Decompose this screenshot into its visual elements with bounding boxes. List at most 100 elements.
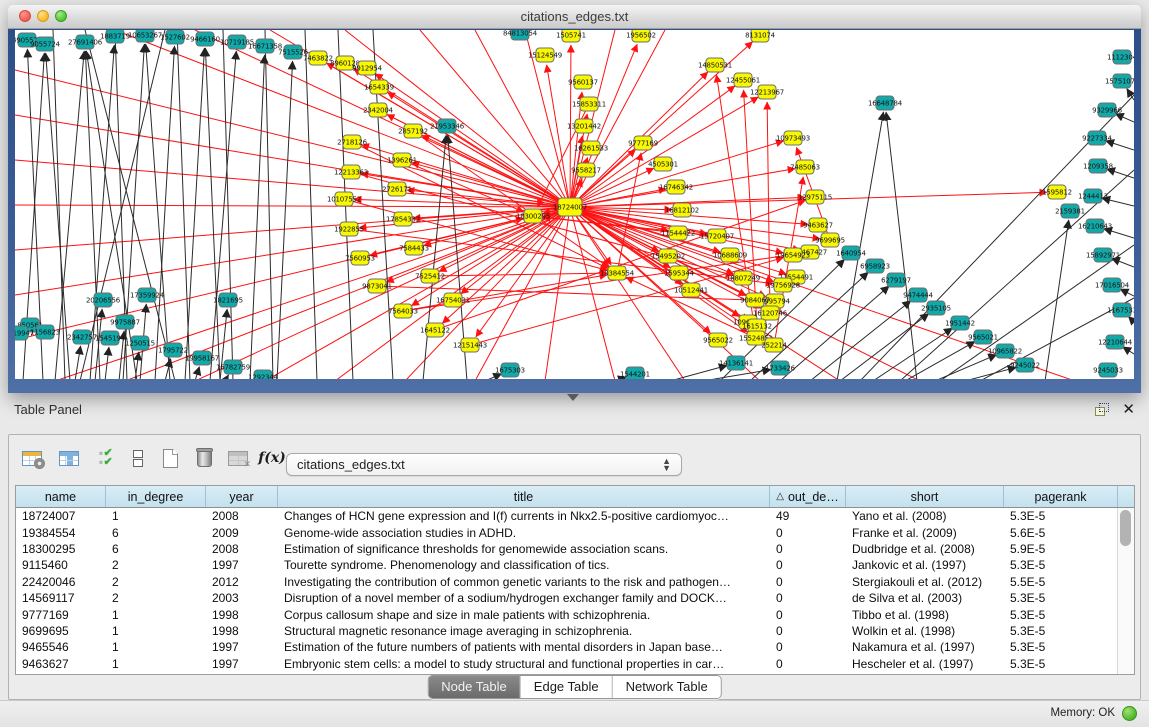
tab-network-table[interactable]: Network Table [613,676,721,698]
graph-node-label: 14850531 [698,62,732,70]
column-header-name[interactable]: name [16,486,106,507]
table-cell: 1 [106,608,206,622]
graph-node-label: 84813054 [503,30,538,38]
table-cell: 2 [106,575,206,589]
graph-node-label: 10965822 [988,348,1022,356]
close-panel-icon[interactable]: ✕ [1122,400,1135,418]
window-titlebar[interactable]: citations_edges.txt [8,5,1141,29]
table-row[interactable]: 946362711997Embryonic stem cells: a mode… [16,656,1118,672]
table-row[interactable]: 1872400712008Changes of HCN gene express… [16,508,1118,524]
column-header-year[interactable]: year [206,486,278,507]
table-cell: Nakamura et al. (1997) [846,640,1004,654]
graph-node-label: 7560953 [345,255,375,263]
graph-node-label: 9227334 [1082,135,1113,143]
table-row[interactable]: 977716911998Corpus callosum shape and si… [16,606,1118,622]
table-row[interactable]: 969969511998Structural magnetic resonanc… [16,623,1118,639]
new-file-icon [163,449,178,468]
graph-node-label: 9777169 [628,140,658,148]
table-cell: 1997 [206,558,278,572]
tab-edge-table[interactable]: Edge Table [521,676,613,698]
graph-node-label: 13201442 [567,123,601,131]
show-columns-button[interactable] [54,443,84,473]
table-cell: 1 [106,640,206,654]
table-cell: 0 [770,526,846,540]
graph-node-label: 21953346 [430,123,465,131]
function-builder-button[interactable]: f(x) [257,443,287,473]
graph-node-label: 11544422 [661,230,695,238]
memory-ok-icon [1122,706,1137,721]
table-mode-button[interactable] [17,443,47,473]
tab-node-table[interactable]: Node Table [428,676,521,698]
table-cell: Genome-wide association studies in ADHD. [278,526,770,540]
table-cell: 0 [770,608,846,622]
network-table-select-value: citations_edges.txt [297,457,405,472]
graph-node-label: 15892971 [1086,252,1120,260]
graph-node-label: 9560137 [568,79,598,87]
graph-nodes[interactable]: 4905572905572427691406188371910653267152… [15,30,1134,379]
table-cell: Estimation of the future numbers of pati… [278,640,770,654]
graph-node-label: 9912954 [352,65,383,73]
checklist-icon: ✔✔ [99,449,112,467]
row-height-button[interactable] [123,443,153,473]
edit-columns-button[interactable]: ✔✔ [91,443,121,473]
graph-node-label: 7525412 [415,273,445,281]
column-header-title[interactable]: title [278,486,770,507]
memory-status-label: Memory: OK [1050,707,1115,719]
citation-network-graph[interactable]: 4905572905572427691406188371910653267152… [15,30,1134,379]
trash-icon [197,450,212,467]
graph-node-label: 1922855 [334,226,364,234]
graph-node-label: 19384554 [600,270,635,278]
graph-node-label: 16210643 [1078,223,1112,231]
graph-node-label: 2159381 [1055,208,1085,216]
float-panel-icon[interactable] [1095,403,1109,416]
network-table-select[interactable]: citations_edges.txt ▲▼ [286,453,682,476]
graph-node-label: 9565022 [703,337,733,345]
graph-node-label: 1615132 [742,323,772,331]
table-cell: 49 [770,509,846,523]
column-header-out_de[interactable]: △out_de… [770,486,846,507]
table-row[interactable]: 1456911722003Disruption of a novel membe… [16,590,1118,606]
graph-node-label: 15853311 [572,101,606,109]
select-arrows-icon: ▲▼ [662,458,671,472]
fx-icon: f(x) [258,450,286,466]
graph-node-label: 10973493 [776,135,810,143]
table-cell: Structural magnetic resonance image aver… [278,624,770,638]
graph-node-label: 6958923 [860,263,890,271]
column-header-short[interactable]: short [846,486,1004,507]
graph-node-label: 2726171 [382,186,412,194]
graph-node-label: 1675303 [495,367,525,375]
table-cell: 0 [770,624,846,638]
delete-column-button[interactable] [189,443,219,473]
table-cell: 22420046 [16,575,106,589]
vertical-scrollbar[interactable] [1117,508,1134,674]
graph-node-label: 2935105 [921,305,951,313]
scrollbar-thumb[interactable] [1120,510,1131,546]
graph-node-label: 1167533 [1107,307,1134,315]
import-table-button: ✕ [223,443,253,473]
column-header-pagerank[interactable]: pagerank [1004,486,1118,507]
table-cell: 0 [770,542,846,556]
graph-node-label: 9329966 [1092,107,1123,115]
new-column-button[interactable] [155,443,185,473]
table-row[interactable]: 2242004622012Investigating the contribut… [16,574,1118,590]
column-header-in_degree[interactable]: in_degree [106,486,206,507]
table-cell: 0 [770,640,846,654]
graph-node-label: 1733426 [765,365,796,373]
table-panel-title: Table Panel [14,402,82,417]
graph-node-label: 27691406 [68,39,103,47]
table-cell: Franke et al. (2009) [846,526,1004,540]
table-cell: 19384554 [16,526,106,540]
table-row[interactable]: 1830029562008Estimation of significance … [16,541,1118,557]
table-row[interactable]: 911546021997Tourette syndrome. Phenomeno… [16,557,1118,573]
graph-node-label: 9565021 [968,334,998,342]
graph-node-label: 18300295 [516,213,550,221]
table-cell: 1998 [206,608,278,622]
network-canvas[interactable]: 4905572905572427691406188371910653267152… [15,30,1134,379]
table-row[interactable]: 1938455462009Genome-wide association stu… [16,524,1118,540]
table-row[interactable]: 946554611997Estimation of the future num… [16,639,1118,655]
graph-node-label: 17359924 [130,292,165,300]
table-panel-titlebar: Table Panel ✕ [0,399,1149,421]
table-cell: Tibbo et al. (1998) [846,608,1004,622]
graph-node-label: 8131074 [745,32,776,40]
table-toolbar: ✔✔ ✕ f(x) citations_edges.txt ▲▼ [9,439,1140,477]
